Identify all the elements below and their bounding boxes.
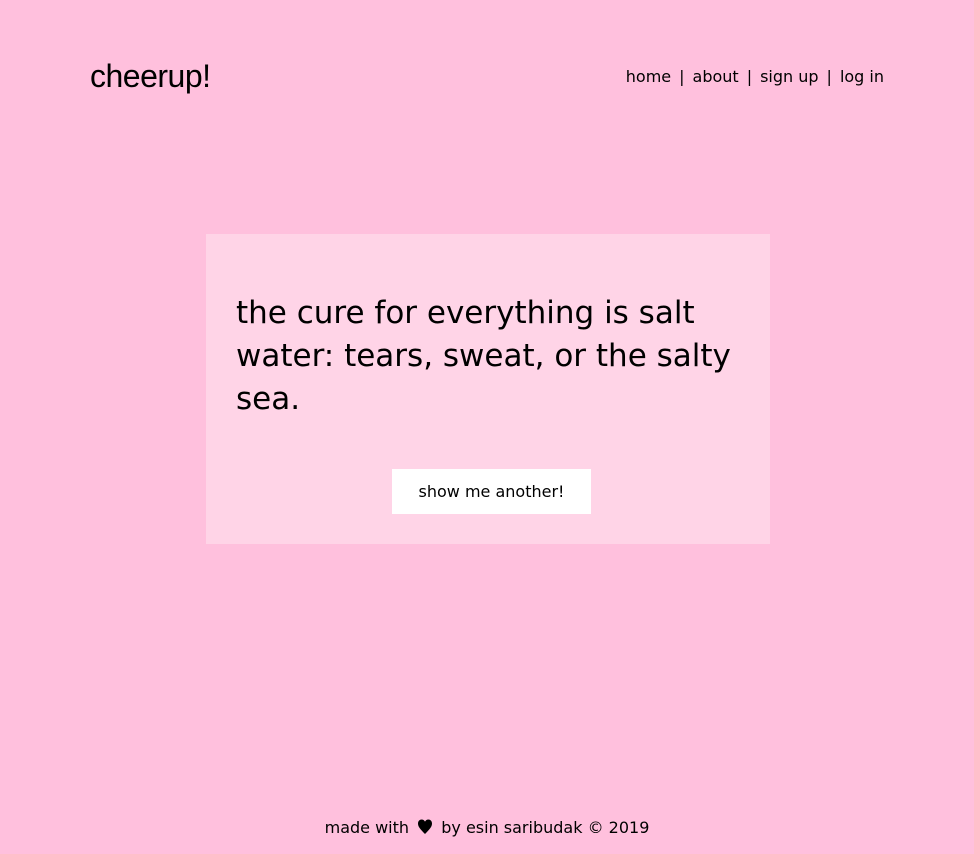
nav-separator: |: [826, 66, 832, 86]
nav-link-home[interactable]: home: [626, 67, 671, 86]
footer-copyright: © 2019: [587, 818, 650, 837]
heart-icon: [418, 819, 433, 834]
footer-made-with: made with: [324, 818, 410, 837]
site-header: cheerup! home | about | sign up | log in: [90, 56, 884, 96]
nav-separator: |: [746, 66, 753, 86]
nav-link-sign-up[interactable]: sign up: [760, 67, 818, 86]
page: { "header": { "logo": "cheerup!", "nav":…: [0, 0, 974, 854]
footer-author: esin saribudak: [465, 818, 583, 837]
quote-text: the cure for everything is salt water: t…: [236, 295, 731, 417]
show-another-button[interactable]: show me another!: [392, 469, 591, 514]
nav-link-about[interactable]: about: [693, 67, 739, 86]
site-logo[interactable]: cheerup!: [90, 60, 211, 92]
site-footer: made with by esin saribudak © 2019: [0, 816, 974, 840]
footer-by: by: [441, 818, 461, 837]
nav-link-log-in[interactable]: log in: [840, 67, 884, 86]
quote-card: the cure for everything is salt water: t…: [206, 234, 770, 544]
main-nav: home | about | sign up | log in: [626, 67, 884, 86]
nav-separator: |: [679, 66, 685, 86]
